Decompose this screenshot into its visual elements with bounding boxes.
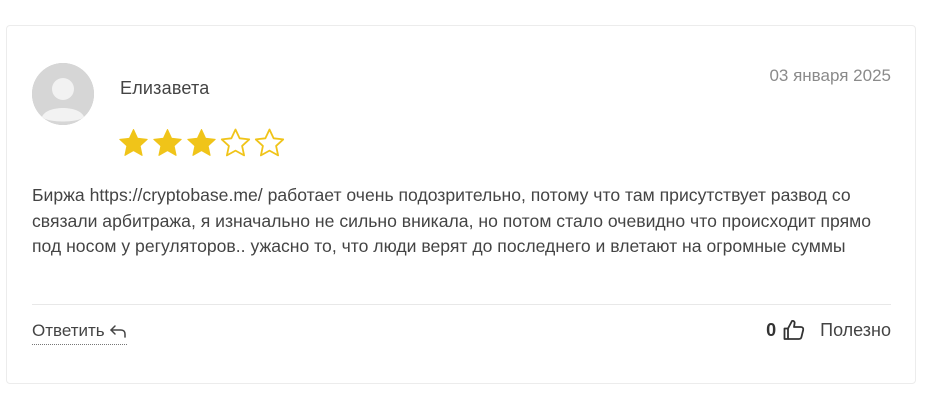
helpful-count: 0 — [766, 319, 777, 340]
review-card: Елизавета 03 января 2025 Биржа https://c… — [6, 25, 916, 384]
star-empty-icon — [254, 128, 285, 157]
avatar — [32, 63, 94, 125]
star-rating — [117, 127, 286, 160]
star-filled-icon — [153, 129, 182, 156]
review-author: Елизавета — [120, 78, 210, 98]
star-filled-icon — [187, 129, 216, 156]
star-filled-icon — [119, 129, 148, 156]
review-text: Биржа https://cryptobase.me/ работает оч… — [32, 185, 872, 256]
divider — [32, 304, 891, 305]
reply-button[interactable]: Ответить — [32, 321, 127, 345]
user-placeholder-icon — [32, 63, 94, 125]
review-date: 03 января 2025 — [769, 66, 891, 85]
helpful-section: 0 Полезно — [766, 318, 891, 342]
reply-arrow-icon — [109, 325, 126, 338]
reply-label: Ответить — [32, 321, 105, 340]
thumbs-up-icon[interactable] — [782, 318, 806, 342]
helpful-button[interactable]: Полезно — [820, 320, 891, 341]
star-empty-icon — [220, 128, 251, 157]
